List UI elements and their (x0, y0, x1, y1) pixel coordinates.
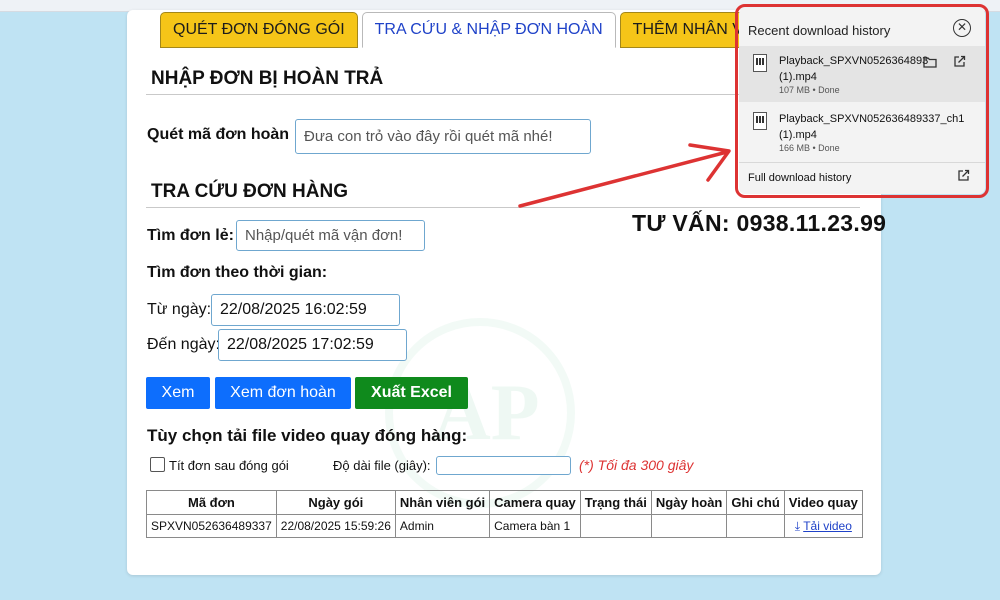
tab-scan-packing[interactable]: QUÉT ĐƠN ĐÓNG GÓI (160, 12, 358, 48)
from-date-input[interactable]: 22/08/2025 16:02:59 (211, 294, 400, 326)
to-date-label: Đến ngày: (147, 336, 220, 353)
duration-input[interactable] (436, 456, 571, 475)
max-duration-note: (*) Tối đa 300 giây (579, 457, 694, 473)
table-row: SPXVN052636489337 22/08/2025 15:59:26 Ad… (146, 514, 863, 538)
col-order-code: Mã đơn (146, 490, 277, 515)
col-video: Video quay (783, 490, 863, 515)
cell-return-date (650, 514, 728, 538)
watermark-logo: AP (385, 318, 575, 508)
col-pack-date: Ngày gói (275, 490, 396, 515)
from-date-label: Từ ngày: (147, 301, 212, 318)
col-status: Trạng thái (579, 490, 652, 515)
cell-camera: Camera bàn 1 (489, 514, 581, 538)
results-table: Mã đơn Ngày gói Nhân viên gói Camera qua… (146, 490, 863, 538)
col-packer: Nhân viên gói (394, 490, 491, 515)
duration-label: Độ dài file (giây): (333, 458, 431, 473)
time-search-label: Tìm đơn theo thời gian: (147, 264, 328, 281)
col-return-date: Ngày hoàn (650, 490, 728, 515)
return-section-title: NHẬP ĐƠN BỊ HOÀN TRẢ (151, 68, 384, 89)
tab-bar: QUÉT ĐƠN ĐÓNG GÓI TRA CỨU & NHẬP ĐƠN HOÀ… (160, 12, 807, 48)
scan-after-pack-checkbox[interactable] (150, 457, 165, 472)
download-options-title: Tùy chọn tải file video quay đóng hàng: (147, 426, 468, 445)
to-date-input[interactable]: 22/08/2025 17:02:59 (218, 329, 407, 361)
cell-status (579, 514, 652, 538)
tab-lookup-returns[interactable]: TRA CỨU & NHẬP ĐƠN HOÀN (361, 12, 616, 48)
view-returns-button[interactable]: Xem đơn hoàn (215, 377, 351, 409)
cell-order-code: SPXVN052636489337 (146, 514, 277, 538)
table-header-row: Mã đơn Ngày gói Nhân viên gói Camera qua… (146, 490, 863, 515)
export-excel-button[interactable]: Xuất Excel (355, 377, 468, 409)
download-video-link[interactable]: Tải video (803, 519, 852, 533)
download-icon: ⤓ (794, 518, 801, 533)
red-arrow-annotation (518, 143, 731, 208)
scan-return-label: Quét mã đơn hoàn (147, 126, 290, 143)
cell-video: ⤓ Tải video (783, 514, 863, 538)
single-search-input[interactable]: Nhập/quét mã vận đơn! (236, 220, 425, 251)
lookup-section-title: TRA CỨU ĐƠN HÀNG (151, 181, 348, 202)
cell-packer: Admin (394, 514, 491, 538)
single-search-label: Tìm đơn lẻ: (147, 227, 234, 244)
scan-after-pack-label: Tít đơn sau đóng gói (169, 458, 289, 473)
col-camera: Camera quay (489, 490, 581, 515)
cell-note (726, 514, 785, 538)
col-note: Ghi chú (726, 490, 785, 515)
divider (146, 207, 860, 208)
cell-pack-date: 22/08/2025 15:59:26 (275, 514, 396, 538)
view-button[interactable]: Xem (146, 377, 210, 409)
red-highlight-outline (735, 4, 989, 198)
